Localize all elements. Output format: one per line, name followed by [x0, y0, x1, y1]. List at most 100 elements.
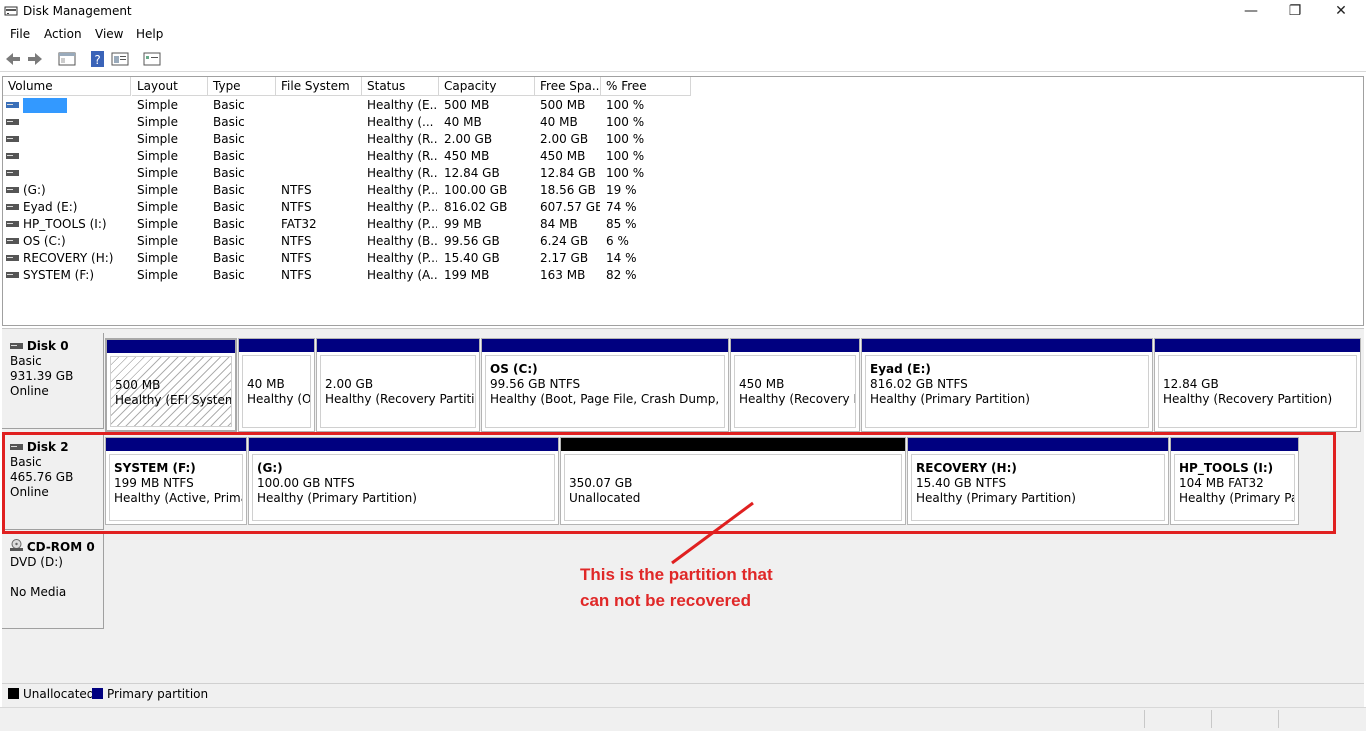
- maximize-button[interactable]: ❐: [1272, 0, 1318, 24]
- column-header-capacity[interactable]: Capacity: [439, 77, 535, 96]
- cell-text: HP_TOOLS (I:): [23, 217, 107, 231]
- volume-icon: [6, 220, 19, 227]
- selected-volume-highlight[interactable]: [23, 98, 67, 113]
- menu-help[interactable]: Help: [136, 27, 163, 41]
- cell-text: NTFS: [281, 251, 312, 265]
- cell-type: Basic: [213, 199, 275, 216]
- properties-icon[interactable]: [111, 50, 129, 68]
- cell-type: Basic: [213, 233, 275, 250]
- menu-action[interactable]: Action: [44, 27, 82, 41]
- table-row[interactable]: Eyad (E:) Simple Basic NTFS Healthy (P... 816…: [3, 199, 703, 216]
- show-hide-console-icon[interactable]: [58, 50, 76, 68]
- hard-disk-icon: [10, 343, 23, 349]
- partition-block[interactable]: 12.84 GB Healthy (Recovery Partition): [1154, 338, 1361, 432]
- back-arrow-icon[interactable]: [4, 50, 22, 68]
- column-header-layout[interactable]: Layout: [132, 77, 208, 96]
- volume-list: Volume Layout Type File System Status Ca…: [2, 76, 1364, 326]
- cell-volume: Eyad (E:): [6, 199, 130, 216]
- table-row[interactable]: (G:) Simple Basic NTFS Healthy (P... 100.00 G…: [3, 182, 703, 199]
- table-row[interactable]: Simple Basic Healthy (R... 2.00 GB 2.00 GB 10…: [3, 131, 703, 148]
- table-row[interactable]: SYSTEM (F:) Simple Basic NTFS Healthy (A... 1…: [3, 267, 703, 284]
- annotation-line-2: can not be recovered: [580, 591, 752, 610]
- partition-info: 2.00 GBHealthy (Recovery Partition): [320, 355, 476, 428]
- cell-status: Healthy (P...: [367, 216, 437, 233]
- column-header-status[interactable]: Status: [362, 77, 439, 96]
- cell-text: NTFS: [281, 200, 312, 214]
- cell-type: Basic: [213, 148, 275, 165]
- partition-block[interactable]: 500 MBHealthy (EFI System Pa: [105, 338, 237, 432]
- cell-volume: [6, 131, 130, 148]
- cell-text: 84 MB: [540, 217, 578, 231]
- cell-pct: 100 %: [606, 131, 686, 148]
- cell-text: FAT32: [281, 217, 317, 231]
- table-row[interactable]: OS (C:) Simple Basic NTFS Healthy (B... 99.56…: [3, 233, 703, 250]
- partition-block[interactable]: 450 MBHealthy (Recovery Par: [730, 338, 860, 432]
- volume-icon: [6, 186, 19, 193]
- menu-view[interactable]: View: [95, 27, 123, 41]
- cell-type: Basic: [213, 165, 275, 182]
- volume-icon: [6, 237, 19, 244]
- partition-line2: Healthy (Recovery Par: [739, 392, 855, 406]
- disk-0-label[interactable]: Disk 0 Basic 931.39 GB Online: [2, 333, 104, 429]
- cell-text: Simple: [137, 183, 178, 197]
- partition-block[interactable]: Eyad (E:) 816.02 GB NTFS Healthy (Primary …: [861, 338, 1153, 432]
- cell-text: NTFS: [281, 234, 312, 248]
- forward-arrow-icon[interactable]: [26, 50, 44, 68]
- cell-text: 199 MB: [444, 268, 490, 282]
- cell-fs: FAT32: [281, 216, 361, 233]
- cd-rom-icon: [10, 539, 23, 551]
- table-row[interactable]: Simple Basic Healthy (R... 12.84 GB 12.84 GB…: [3, 165, 703, 182]
- partition-block[interactable]: 2.00 GBHealthy (Recovery Partition): [316, 338, 480, 432]
- cell-free: 6.24 GB: [540, 233, 600, 250]
- column-header-percent-free[interactable]: % Free: [601, 77, 691, 96]
- cell-text: 15.40 GB: [444, 251, 500, 265]
- primary-partition-bar: [731, 339, 859, 352]
- cell-type: Basic: [213, 267, 275, 284]
- refresh-icon[interactable]: [143, 50, 161, 68]
- cell-type: Basic: [213, 250, 275, 267]
- column-header-type[interactable]: Type: [208, 77, 276, 96]
- cell-pct: 100 %: [606, 148, 686, 165]
- column-header-volume[interactable]: Volume: [3, 77, 131, 96]
- vertical-scrollbar[interactable]: [1361, 77, 1363, 325]
- cdrom-0-state: No Media: [10, 585, 67, 599]
- table-row[interactable]: HP_TOOLS (I:) Simple Basic FAT32 Healthy (P.…: [3, 216, 703, 233]
- cell-layout: Simple: [137, 233, 207, 250]
- minimize-button[interactable]: —: [1228, 0, 1274, 24]
- cell-text: Simple: [137, 149, 178, 163]
- table-row[interactable]: Simple Basic Healthy (... 40 MB 40 MB 100 %: [3, 114, 703, 131]
- cell-text: 14 %: [606, 251, 637, 265]
- cell-text: Healthy (P...: [367, 200, 437, 214]
- status-divider: [1211, 710, 1212, 728]
- partition-title: [247, 362, 310, 377]
- column-header-free-space[interactable]: Free Spa...: [535, 77, 601, 96]
- cell-text: Basic: [213, 132, 245, 146]
- table-row[interactable]: Simple Basic Healthy (E... 500 MB 500 MB 100 …: [3, 97, 703, 114]
- menu-bar: File Action View Help: [0, 24, 1366, 44]
- annotation-text: This is the partition that can not be re…: [580, 562, 773, 614]
- primary-partition-bar: [862, 339, 1152, 352]
- column-header-file-system[interactable]: File System: [276, 77, 362, 96]
- cell-volume: [6, 148, 130, 165]
- cell-layout: Simple: [137, 216, 207, 233]
- cdrom-0-label[interactable]: CD-ROM 0 DVD (D:) No Media: [2, 533, 104, 629]
- table-row[interactable]: RECOVERY (H:) Simple Basic NTFS Healthy (P..…: [3, 250, 703, 267]
- partition-line1: 450 MB: [739, 377, 785, 391]
- cell-text: 19 %: [606, 183, 637, 197]
- primary-partition-bar: [107, 340, 235, 353]
- annotation-line-1: This is the partition that: [580, 565, 773, 584]
- partition-block[interactable]: OS (C:) 99.56 GB NTFS Healthy (Boot, Page …: [481, 338, 729, 432]
- cell-text: Basic: [213, 268, 245, 282]
- cell-fs: NTFS: [281, 199, 361, 216]
- partition-block[interactable]: 40 MBHealthy (OE: [238, 338, 315, 432]
- close-button[interactable]: ✕: [1318, 0, 1364, 24]
- help-icon[interactable]: ?: [89, 50, 107, 68]
- volume-icon: [6, 203, 19, 210]
- cell-text: Healthy (P...: [367, 183, 437, 197]
- partition-title: [325, 362, 475, 377]
- cell-text: 450 MB: [444, 149, 490, 163]
- menu-file[interactable]: File: [10, 27, 30, 41]
- cell-text: 2.00 GB: [444, 132, 493, 146]
- table-row[interactable]: Simple Basic Healthy (R... 450 MB 450 MB 100 …: [3, 148, 703, 165]
- legend-unallocated-label: Unallocated: [23, 687, 95, 701]
